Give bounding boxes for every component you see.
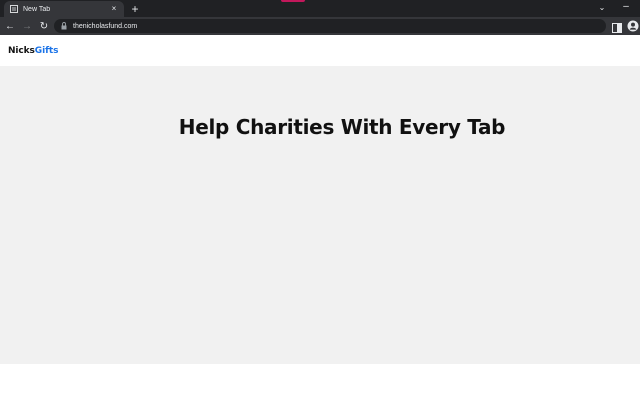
new-tab-button[interactable]: + xyxy=(128,2,142,16)
hero-section: Help Charities With Every Tab xyxy=(0,66,640,364)
tab-search-icon[interactable]: ⌄ xyxy=(596,2,608,14)
page-bottom xyxy=(0,364,640,400)
site-logo[interactable]: NicksGifts xyxy=(8,46,58,56)
back-arrow-icon[interactable]: ← xyxy=(3,19,17,33)
browser-tab[interactable]: New Tab × xyxy=(4,1,124,17)
logo-text-gifts: Gifts xyxy=(34,45,59,56)
tab-strip: New Tab × + ⌄ – xyxy=(0,0,640,17)
forward-arrow-icon[interactable]: → xyxy=(20,19,34,33)
tab-title: New Tab xyxy=(23,5,51,13)
reload-icon[interactable]: ↻ xyxy=(37,19,51,33)
address-bar[interactable]: thenicholasfund.com xyxy=(54,19,606,33)
hero-title: Help Charities With Every Tab xyxy=(178,115,506,139)
browser-toolbar: ← → ↻ thenicholasfund.com xyxy=(0,17,640,35)
url-text[interactable]: thenicholasfund.com xyxy=(73,23,137,30)
logo-text-nicks: Nicks xyxy=(8,45,35,56)
document-icon xyxy=(9,5,18,14)
tab-group-indicator xyxy=(281,0,305,2)
lock-icon[interactable] xyxy=(60,22,68,30)
profile-avatar-icon[interactable] xyxy=(627,19,639,32)
site-header: NicksGifts xyxy=(0,35,640,66)
minimize-button[interactable]: – xyxy=(620,2,632,14)
side-panel-icon[interactable] xyxy=(612,20,622,33)
close-tab-icon[interactable]: × xyxy=(109,4,119,14)
